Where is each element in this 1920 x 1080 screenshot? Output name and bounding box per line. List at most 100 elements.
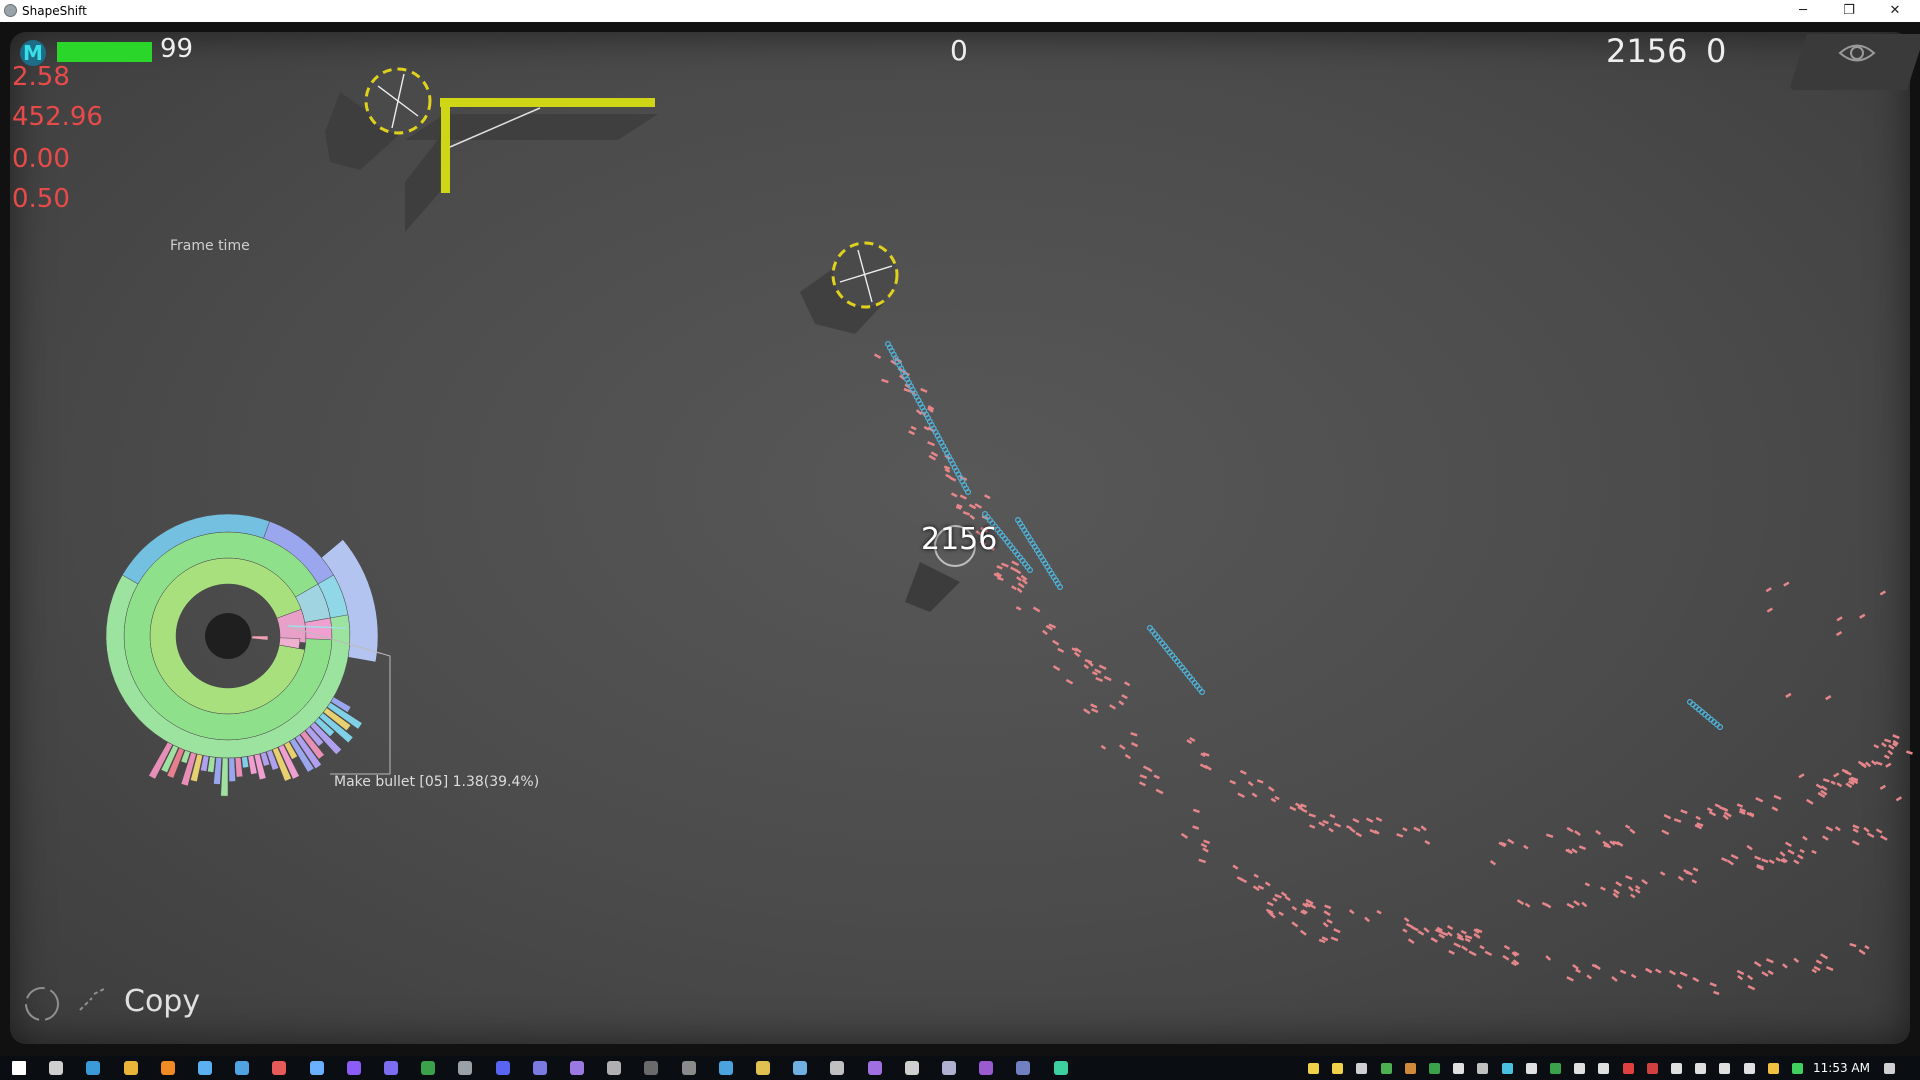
minimize-button[interactable]: ─ [1780,0,1826,22]
enemy-bullet [1118,744,1126,750]
enemy-bullet [1545,833,1554,838]
hex-editor-icon[interactable] [421,1061,436,1075]
enemy-bullet [1679,971,1688,977]
tray-11-icon[interactable] [1550,1063,1561,1074]
enemy-bullet [1309,824,1316,829]
profiler-sunburst[interactable] [105,513,379,797]
tray-16-icon[interactable] [1671,1063,1682,1074]
enemy-bullet [1692,976,1700,983]
close-button[interactable]: ✕ [1872,0,1918,22]
app-3-icon[interactable] [607,1061,622,1075]
terminal-icon[interactable] [458,1061,473,1075]
app-11-icon[interactable] [904,1061,919,1075]
enemy-bullet [927,441,936,447]
task-view-icon[interactable] [49,1061,64,1075]
visual-studio-icon[interactable] [346,1061,361,1075]
enemy-bullet [1318,821,1326,827]
game-viewport[interactable]: M 99 0 2156 0 2.58 452.96 0.00 0.50 Fram… [0,22,1920,1056]
profiler-segment[interactable] [228,757,236,782]
shapeshift-icon[interactable] [1053,1061,1068,1075]
app-8-icon[interactable] [793,1061,808,1075]
editor-icon[interactable] [235,1061,250,1075]
enemy-bullet [873,353,882,359]
tray-1-icon[interactable] [1308,1063,1319,1074]
app-12-icon[interactable] [942,1061,956,1075]
tray-3-icon[interactable] [1356,1063,1368,1074]
stat-line-1: 2.58 [12,62,70,92]
notification-icon[interactable] [1884,1063,1895,1074]
enemy-bullet [1503,944,1511,951]
enemy-bullet [1200,842,1208,848]
enemy-bullet [1851,840,1860,846]
app-9-icon[interactable] [830,1061,845,1075]
enemy-bullet [1766,607,1773,613]
tray-5-icon[interactable] [1404,1063,1416,1074]
profiler-segment[interactable] [220,757,229,797]
title-bar: ShapeShift ─ ❐ ✕ [0,0,1920,22]
enemy-bullet [1779,851,1786,857]
tray-15-icon[interactable] [1646,1063,1658,1074]
tray-20-icon[interactable] [1767,1063,1779,1074]
app-2-icon[interactable] [570,1061,584,1075]
profiler-segment[interactable] [234,757,244,778]
tray-21-icon[interactable] [1792,1063,1803,1074]
enemy-bullet [1787,849,1795,855]
app-6-icon[interactable] [718,1061,733,1075]
app-10-icon[interactable] [867,1061,882,1075]
enemy-bullet [1065,678,1074,685]
app-5-icon[interactable] [681,1061,696,1075]
tray-19-icon[interactable] [1743,1063,1755,1074]
tray-12-icon[interactable] [1574,1063,1586,1074]
enemy-bullet [1802,835,1808,841]
copy-button[interactable]: Copy [124,984,200,1019]
enemy-bullet [1109,704,1117,710]
tray-8-icon[interactable] [1477,1063,1489,1074]
enemy-bullet [1619,969,1627,975]
enemy-bullet [1645,967,1653,974]
media-player-icon[interactable] [160,1061,175,1075]
enemy-bullet [1575,968,1581,974]
app-4-icon[interactable] [644,1061,659,1075]
windows-start-icon[interactable] [12,1061,26,1075]
app-13-icon[interactable] [979,1061,994,1075]
steam-icon[interactable] [309,1061,324,1075]
tray-6-icon[interactable] [1429,1063,1440,1074]
tray-10-icon[interactable] [1525,1063,1537,1074]
restore-button[interactable]: ❐ [1826,0,1872,22]
profiler-segment[interactable] [241,756,250,769]
enemy-bullet [1825,825,1834,832]
profiler-segment[interactable] [251,639,280,646]
enemy-bullet [1880,835,1888,841]
enemy-bullet [1612,892,1619,899]
notepad-icon[interactable] [198,1061,212,1075]
enemy-bullet [1581,901,1588,908]
enemy-bullet [1052,639,1060,646]
tray-2-icon[interactable] [1332,1063,1344,1074]
tray-7-icon[interactable] [1453,1063,1465,1074]
tray-13-icon[interactable] [1598,1063,1610,1074]
browser-icon[interactable] [86,1061,101,1075]
enemy-bullet [1015,569,1022,575]
tray-9-icon[interactable] [1501,1063,1513,1074]
enemy-bullet [1424,840,1431,845]
tray-14-icon[interactable] [1622,1063,1634,1074]
enemy-bullet [1875,761,1883,766]
tray-4-icon[interactable] [1380,1063,1392,1074]
enemy-bullet [1461,945,1469,952]
enemy-bullet [1783,581,1790,587]
app-7-icon[interactable] [756,1061,770,1075]
app-1-icon[interactable] [532,1061,547,1075]
enemy-bullet [1663,813,1672,820]
enemy-bullet [1736,969,1745,976]
enemy-bullet [1765,958,1774,964]
file-explorer-icon[interactable] [123,1061,138,1075]
profiler-segment[interactable] [251,635,269,641]
tray-18-icon[interactable] [1719,1063,1731,1074]
tray-17-icon[interactable] [1695,1063,1707,1074]
app-14-icon[interactable] [1016,1061,1031,1075]
enemy-bullet [1695,815,1701,821]
chat-icon[interactable] [272,1061,287,1075]
discord-icon[interactable] [495,1061,510,1075]
vs-code-icon[interactable] [384,1061,398,1075]
stat-line-2: 452.96 [12,102,103,132]
